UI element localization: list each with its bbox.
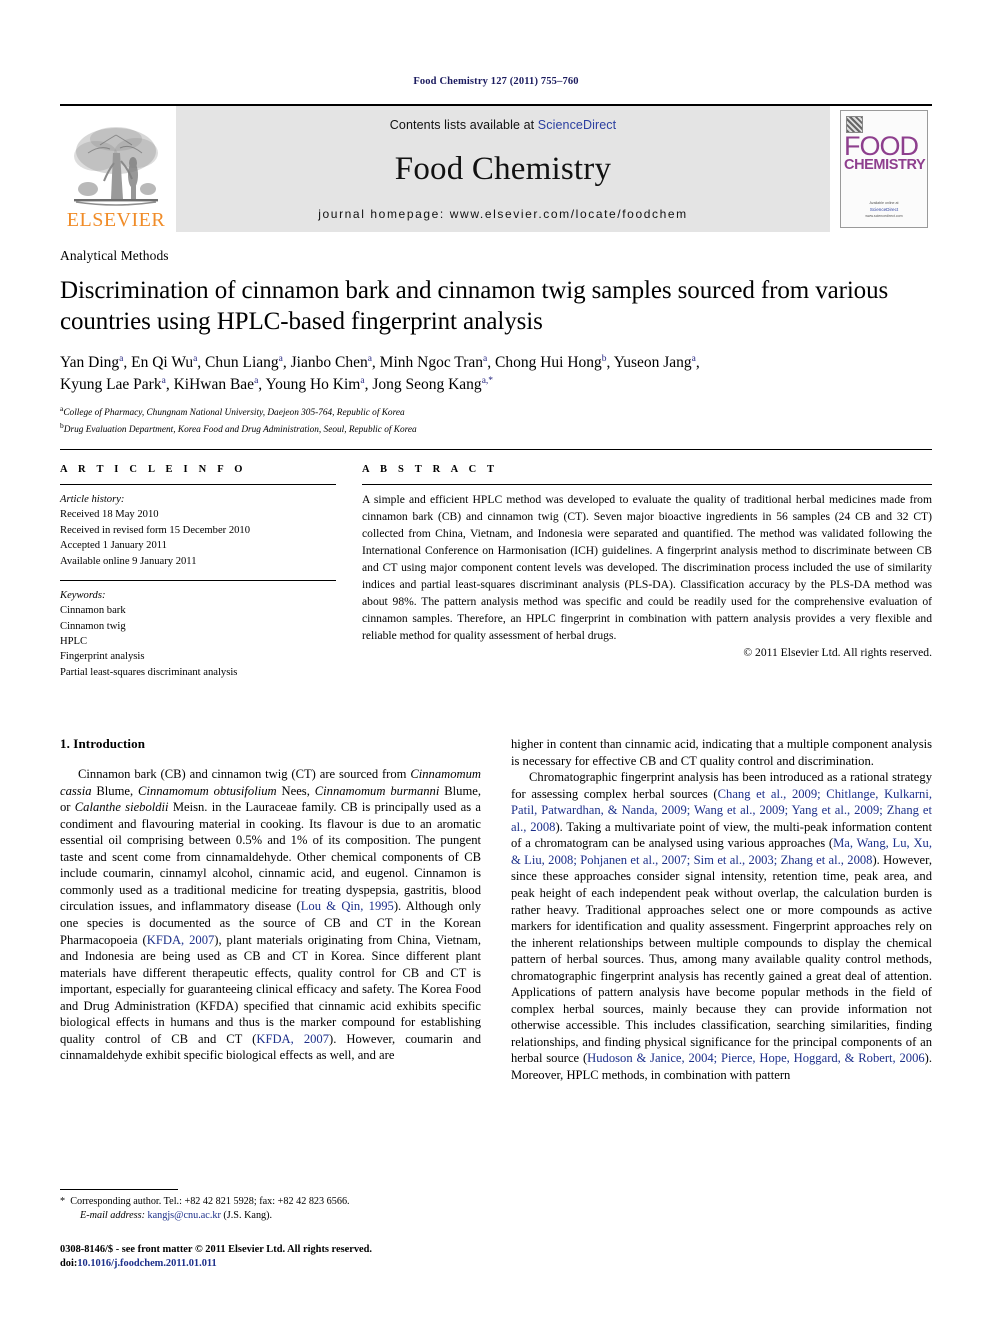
doi-label: doi: — [60, 1258, 78, 1270]
keyword-item: HPLC — [60, 636, 88, 647]
journal-homepage-line[interactable]: journal homepage: www.elsevier.com/locat… — [318, 207, 688, 221]
journal-title: Food Chemistry — [394, 151, 612, 187]
elsevier-logo: ELSEVIER — [60, 106, 172, 232]
abstract-column: A B S T R A C T A simple and efficient H… — [362, 464, 932, 680]
cover-title-chemistry: CHEMISTRY — [844, 157, 926, 173]
keywords-block: Keywords: Cinnamon bark Cinnamon twig HP… — [60, 581, 336, 680]
species-name: Cinnamomum obtusifolium — [138, 783, 277, 798]
journal-cover-thumbnail: FOOD CHEMISTRY Available online at Scien… — [836, 106, 932, 232]
section-heading-introduction: 1. Introduction — [60, 736, 146, 752]
affiliations: aCollege of Pharmacy, Chungnam National … — [60, 404, 932, 437]
issn-line: 0308-8146/$ - see front matter © 2011 El… — [60, 1244, 373, 1255]
citation-link[interactable]: Hudoson & Janice, 2004; Pierce, Hope, Ho… — [587, 1051, 925, 1065]
article-section-label: Analytical Methods — [60, 248, 169, 263]
body-column-right: higher in content than cinnamic acid, in… — [511, 736, 932, 1083]
article-info-heading: A R T I C L E I N F O — [60, 464, 247, 476]
elsevier-wordmark: ELSEVIER — [66, 209, 166, 231]
text-run: Cinnamon bark (CB) and cinnamon twig (CT… — [78, 767, 411, 782]
doi-link[interactable]: 10.1016/j.foodchem.2011.01.011 — [77, 1258, 216, 1269]
affiliation-a-text: College of Pharmacy, Chungnam National U… — [63, 408, 405, 419]
imprint-block: 0308-8146/$ - see front matter © 2011 El… — [60, 1243, 530, 1272]
keyword-item: Partial least-squares discriminant analy… — [60, 666, 238, 678]
contents-lists-prefix: Contents lists available at — [389, 118, 538, 132]
text-run: ), plant materials originating from Chin… — [60, 932, 481, 1046]
paragraph-intro-1-continued: higher in content than cinnamic acid, in… — [511, 737, 932, 768]
running-head: Food Chemistry 127 (2011) 755–760 — [413, 76, 579, 87]
affiliation-a: aCollege of Pharmacy, Chungnam National … — [60, 404, 932, 421]
page-title: Discrimination of cinnamon bark and cinn… — [60, 277, 889, 335]
journal-banner: Contents lists available at ScienceDirec… — [176, 106, 830, 232]
journal-masthead: ELSEVIER Contents lists available at Sci… — [60, 104, 932, 232]
contents-lists-line: Contents lists available at ScienceDirec… — [390, 118, 616, 132]
body-columns: 1. Introduction Cinnamon bark (CB) and c… — [60, 736, 932, 1083]
keyword-item: Cinnamon bark — [60, 605, 126, 617]
sciencedirect-link[interactable]: ScienceDirect — [538, 118, 616, 132]
paragraph-intro-1: Cinnamon bark (CB) and cinnamon twig (CT… — [60, 766, 481, 1064]
info-abstract-grid: A R T I C L E I N F O Article history: R… — [60, 464, 932, 680]
paragraph-intro-2: Chromatographic fingerprint analysis has… — [511, 769, 932, 1083]
cover-footer-url: www.sciencedirect.com — [865, 213, 903, 218]
article-history: Article history: Received 18 May 2010 Re… — [60, 485, 336, 569]
article-history-item: Received in revised form 15 December 201… — [60, 524, 251, 536]
cover-footer-sciencedirect: ScienceDirect — [869, 206, 899, 212]
footnote-marker: * — [60, 1196, 66, 1207]
cover-footer: Available online at ScienceDirect www.sc… — [841, 201, 927, 219]
author-line-1: Yan Dinga, En Qi Wua, Chun Lianga, Jianb… — [60, 353, 700, 371]
text-run: Nees, — [276, 783, 315, 798]
article-history-item: Received 18 May 2010 — [60, 509, 159, 521]
cover-title-food: FOOD — [844, 131, 919, 161]
footnote-block: * Corresponding author. Tel.: +82 42 821… — [60, 1189, 481, 1224]
body-column-left: 1. Introduction Cinnamon bark (CB) and c… — [60, 736, 481, 1083]
cover-image: FOOD CHEMISTRY Available online at Scien… — [840, 110, 928, 228]
abstract-text: A simple and efficient HPLC method was d… — [362, 493, 932, 642]
text-run: ). However, since these approaches consi… — [511, 852, 932, 1066]
article-history-item: Accepted 1 January 2011 — [60, 540, 167, 552]
corresponding-author-footnote: * Corresponding author. Tel.: +82 42 821… — [60, 1190, 481, 1224]
elsevier-tree-icon — [70, 123, 162, 209]
email-owner: (J.S. Kang). — [223, 1210, 273, 1222]
citation-link[interactable]: Lou & Qin, 1995 — [301, 899, 394, 913]
species-name: Calanthe sieboldii — [74, 800, 169, 815]
citation-link[interactable]: KFDA, 2007 — [147, 933, 215, 947]
info-divider — [60, 449, 932, 451]
abstract-copyright: © 2011 Elsevier Ltd. All rights reserved… — [743, 646, 932, 660]
keyword-item: Fingerprint analysis — [60, 651, 145, 663]
affiliation-b-text: Drug Evaluation Department, Korea Food a… — [63, 424, 417, 435]
email-link[interactable]: kangjs@cnu.ac.kr — [148, 1210, 221, 1221]
author-list: Yan Dinga, En Qi Wua, Chun Lianga, Jianb… — [60, 352, 932, 396]
citation-link[interactable]: KFDA, 2007 — [256, 1032, 329, 1046]
journal-article-page: Food Chemistry 127 (2011) 755–760 ELSEVI… — [0, 0, 992, 1323]
keywords-label: Keywords: — [60, 589, 106, 601]
doi-line: doi:10.1016/j.foodchem.2011.01.011 — [60, 1257, 530, 1271]
article-history-label: Article history: — [60, 494, 125, 506]
keyword-item: Cinnamon twig — [60, 620, 126, 632]
text-run: Meisn. in the Lauraceae family. CB is pr… — [60, 800, 482, 914]
abstract-heading: A B S T R A C T — [362, 464, 499, 476]
article-info-column: A R T I C L E I N F O Article history: R… — [60, 464, 336, 680]
article-history-item: Available online 9 January 2011 — [60, 555, 197, 567]
species-name: Cinnamomum burmanni — [314, 783, 440, 798]
affiliation-b: bDrug Evaluation Department, Korea Food … — [60, 421, 932, 438]
email-label: E-mail address: — [80, 1210, 145, 1222]
footnote-text: Corresponding author. Tel.: +82 42 821 5… — [70, 1196, 350, 1207]
text-run: Blume, — [91, 783, 139, 798]
author-line-2: Kyung Lae Parka, KiHwan Baea, Young Ho K… — [60, 375, 494, 393]
